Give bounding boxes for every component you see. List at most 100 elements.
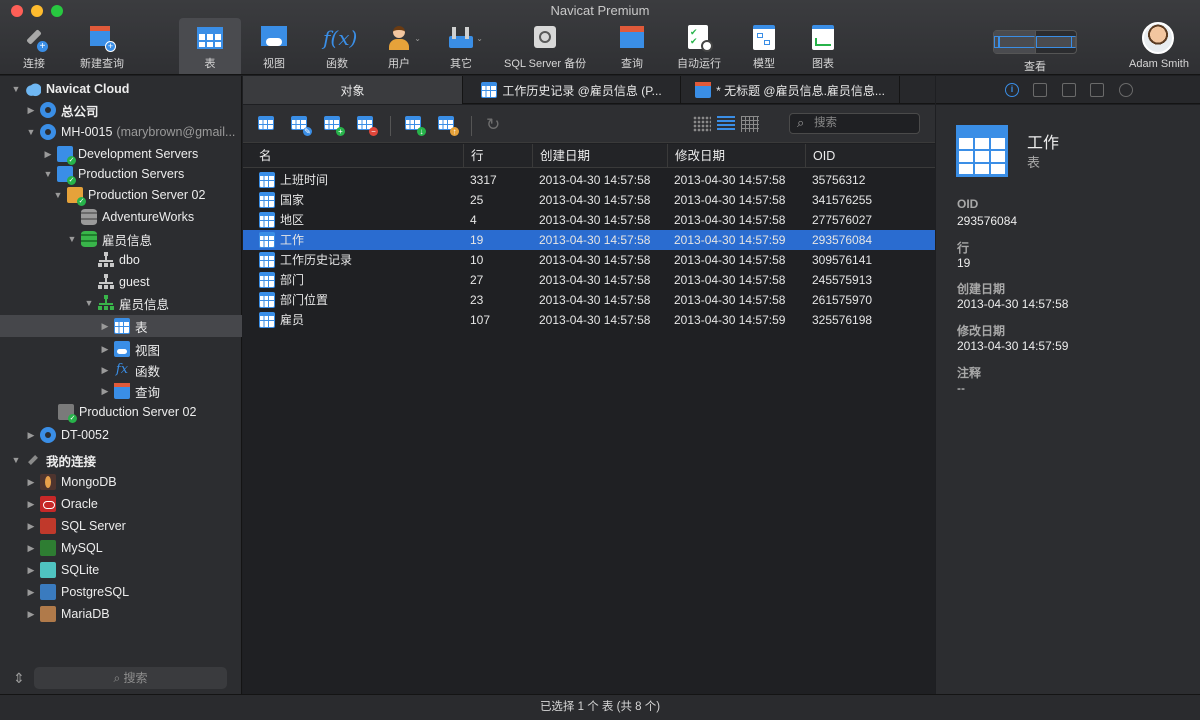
avatar[interactable] <box>1142 22 1174 54</box>
tree-item-server-group[interactable]: ▶ Development Servers <box>0 143 242 165</box>
filter-toggle-icon[interactable]: ⇕ <box>12 670 26 686</box>
disclosure-triangle-icon[interactable]: ▼ <box>25 126 37 138</box>
new-table-button[interactable]: + <box>324 116 345 136</box>
disclosure-triangle-icon[interactable]: ▼ <box>10 454 22 466</box>
relations-icon[interactable] <box>1090 83 1104 97</box>
import-wizard-button[interactable]: ↓ <box>405 116 426 136</box>
info-value-modified: 2013-04-30 14:57:59 <box>957 339 1069 353</box>
cell-name: 工作历史记录 <box>259 250 352 270</box>
tree-item-connection[interactable]: ▼ Production Server 02 <box>0 184 242 206</box>
show-info-panel-toggle[interactable] <box>1035 31 1076 53</box>
export-wizard-button[interactable]: ↑ <box>438 116 459 136</box>
tree-item-project[interactable]: ▼ MH-0015 (marybrown@gmail... <box>0 121 242 143</box>
tree-item-connection[interactable]: Production Server 02 <box>0 401 242 423</box>
settings-icon[interactable] <box>1119 83 1133 97</box>
disclosure-triangle-icon[interactable]: ▼ <box>10 83 22 95</box>
disclosure-triangle-icon[interactable]: ▶ <box>99 343 111 355</box>
table-row[interactable]: 上班时间 3317 2013-04-30 14:57:58 2013-04-30 14… <box>243 170 935 190</box>
tree-item-schema[interactable]: dbo <box>0 249 242 271</box>
toolbar-model-button[interactable]: 模型 <box>744 18 784 74</box>
toolbar-automation-button[interactable]: ✔ ✔ 自动运行 <box>674 18 724 74</box>
tree-item-connection-sqlite[interactable]: ▶ SQLite <box>0 559 242 581</box>
mysql-icon <box>40 540 56 556</box>
design-table-button[interactable]: ✎ <box>291 116 312 136</box>
toolbar-new-query-button[interactable]: + 新建查询 <box>76 18 128 74</box>
tree-item-connection-mongodb[interactable]: ▶ MongoDB <box>0 471 242 493</box>
disclosure-triangle-icon[interactable]: ▶ <box>25 498 37 510</box>
tree-item-connection-mariadb[interactable]: ▶ MariaDB <box>0 603 242 625</box>
toolbar-table-button[interactable]: 表 <box>179 18 241 74</box>
tree-item-connection-oracle[interactable]: ▶ Oracle <box>0 493 242 515</box>
open-table-button[interactable] <box>258 116 278 134</box>
ddl-icon[interactable] <box>1033 83 1047 97</box>
disclosure-triangle-icon[interactable]: ▶ <box>25 429 37 441</box>
tree-item-project[interactable]: ▶ 总公司 <box>0 99 242 121</box>
disclosure-triangle-icon[interactable]: ▼ <box>83 297 95 309</box>
tree-item-my-connections[interactable]: ▼ 我的连接 <box>0 449 242 471</box>
table-icon <box>259 172 275 188</box>
delete-table-button[interactable]: − <box>357 116 378 136</box>
table-row[interactable]: 工作 19 2013-04-30 14:57:58 2013-04-30 14:57:… <box>243 230 935 250</box>
table-row[interactable]: 部门位置 23 2013-04-30 14:57:58 2013-04-30 14:5… <box>243 290 935 310</box>
tree-item-server-group[interactable]: ▼ Production Servers <box>0 163 242 185</box>
disclosure-triangle-icon[interactable]: ▼ <box>42 168 54 180</box>
tree-item-database[interactable]: ▼ 雇员信息 <box>0 228 242 250</box>
toolbar-chart-button[interactable]: 图表 <box>804 18 842 74</box>
list-view-toggle[interactable] <box>717 116 735 132</box>
column-header-oid[interactable]: OID <box>805 144 935 168</box>
sidebar-search-input[interactable]: ⌕ 搜索 <box>34 667 227 689</box>
table-row[interactable]: 部门 27 2013-04-30 14:57:58 2013-04-30 14:57:… <box>243 270 935 290</box>
detail-view-toggle[interactable] <box>741 116 759 132</box>
tree-item-database[interactable]: AdventureWorks <box>0 206 242 228</box>
disclosure-triangle-icon[interactable]: ▶ <box>25 608 37 620</box>
toolbar-query-button[interactable]: 查询 <box>612 18 652 74</box>
general-info-icon[interactable]: i <box>1005 83 1019 97</box>
tree-item-project[interactable]: ▶ DT-0052 <box>0 424 242 446</box>
tree-item-tables[interactable]: ▶ 表 <box>0 315 242 337</box>
column-header-created[interactable]: 创建日期 <box>532 144 667 168</box>
tree-item-schema[interactable]: ▼ 雇员信息 <box>0 292 242 314</box>
toolbar-connect-button[interactable]: + 连接 <box>14 18 54 74</box>
disclosure-triangle-icon[interactable]: ▶ <box>42 148 54 160</box>
tree-item-connection-postgresql[interactable]: ▶ PostgreSQL <box>0 581 242 603</box>
table-row[interactable]: 工作历史记录 10 2013-04-30 14:57:58 2013-04-30 14… <box>243 250 935 270</box>
disclosure-triangle-icon[interactable]: ▶ <box>25 520 37 532</box>
tab-table-editor[interactable]: 工作历史记录 @雇员信息 (P... <box>463 76 681 104</box>
tree-item-functions[interactable]: ▶ fx 函数 <box>0 359 242 381</box>
table-row[interactable]: 雇员 107 2013-04-30 14:57:58 2013-04-30 14:57… <box>243 310 935 330</box>
table-row[interactable]: 国家 25 2013-04-30 14:57:58 2013-04-30 14:57:… <box>243 190 935 210</box>
column-header-rows[interactable]: 行 <box>463 144 532 168</box>
tree-item-queries[interactable]: ▶ 查询 <box>0 380 242 402</box>
disclosure-triangle-icon[interactable]: ▶ <box>25 564 37 576</box>
tree-item-connection-sqlserver[interactable]: ▶ SQL Server <box>0 515 242 537</box>
disclosure-triangle-icon[interactable]: ▶ <box>99 364 111 376</box>
toolbar-others-button[interactable]: ⌄ 其它 <box>442 18 483 74</box>
show-sidebar-toggle[interactable] <box>994 31 1036 53</box>
tab-objects[interactable]: 对象 <box>243 76 463 104</box>
refresh-icon[interactable]: ↻ <box>486 115 506 135</box>
tree-item-connection-mysql[interactable]: ▶ MySQL <box>0 537 242 559</box>
disclosure-triangle-icon[interactable]: ▶ <box>25 104 37 116</box>
disclosure-triangle-icon[interactable]: ▶ <box>99 385 111 397</box>
disclosure-triangle-icon[interactable]: ▶ <box>99 320 111 332</box>
dependencies-icon[interactable] <box>1062 83 1076 97</box>
icon-view-toggle[interactable] <box>693 116 711 132</box>
disclosure-triangle-icon[interactable]: ▶ <box>25 476 37 488</box>
toolbar-user-button[interactable]: ⌄ 用户 <box>378 18 421 74</box>
table-row[interactable]: 地区 4 2013-04-30 14:57:58 2013-04-30 14:57:5… <box>243 210 935 230</box>
toolbar-sqlserver-backup-button[interactable]: SQL Server 备份 <box>504 18 586 74</box>
disclosure-triangle-icon[interactable]: ▼ <box>66 233 78 245</box>
column-header-modified[interactable]: 修改日期 <box>667 144 805 168</box>
tab-query-editor[interactable]: * 无标题 @雇员信息.雇员信息... <box>681 76 900 104</box>
tree-item-views[interactable]: ▶ 视图 <box>0 338 242 360</box>
toolbar-function-button[interactable]: f(x) 函数 <box>318 18 357 74</box>
tree-item-navicat-cloud[interactable]: ▼ Navicat Cloud <box>0 78 242 100</box>
disclosure-triangle-icon[interactable]: ▶ <box>25 542 37 554</box>
disclosure-triangle-icon[interactable]: ▼ <box>52 189 64 201</box>
toolbar-view-button[interactable]: 视图 <box>255 18 293 74</box>
column-header-name[interactable]: 名 <box>243 144 463 168</box>
tree-item-schema[interactable]: guest <box>0 271 242 293</box>
disclosure-triangle-icon[interactable]: ▶ <box>25 586 37 598</box>
table-icon <box>114 318 130 334</box>
object-search-input[interactable]: 搜索 <box>789 113 920 134</box>
